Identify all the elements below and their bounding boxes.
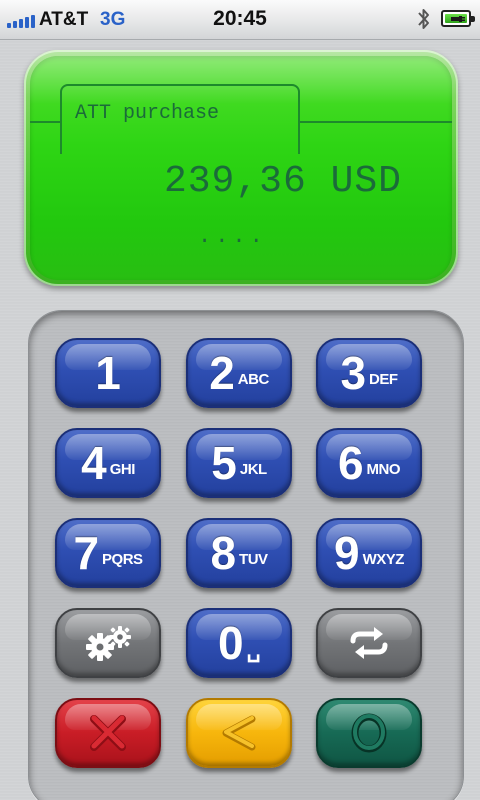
key-6[interactable]: 6 MNO <box>316 428 422 498</box>
key-letters: DEF <box>369 370 398 388</box>
key-letters: ␣ <box>246 637 261 662</box>
key-letters: GHI <box>109 460 136 478</box>
key-letters: MNO <box>366 460 401 478</box>
key-4[interactable]: 4 GHI <box>55 428 161 498</box>
key-digit: 3 <box>340 347 367 399</box>
key-digit: 5 <box>211 437 237 489</box>
settings-button[interactable] <box>55 608 161 678</box>
key-digit: 7 <box>73 527 100 579</box>
x-icon <box>85 710 131 756</box>
switch-button[interactable] <box>316 608 422 678</box>
key-letters: JKL <box>239 460 267 478</box>
transaction-amount: 239,36 USD <box>163 160 402 203</box>
key-digit: 4 <box>81 437 107 489</box>
key-7[interactable]: 7 PQRS <box>55 518 161 588</box>
key-1[interactable]: 1 <box>55 338 161 408</box>
status-bar: AT&T 3G 20:45 <box>0 0 480 40</box>
key-letters: PQRS <box>102 550 143 568</box>
payment-display: ATT purchase 239,36 USD .... <box>30 56 452 280</box>
key-8[interactable]: 8 TUV <box>186 518 292 588</box>
key-letters: TUV <box>239 550 268 568</box>
transaction-title: ATT purchase <box>75 102 220 125</box>
gears-icon <box>80 623 136 663</box>
key-digit: 0 <box>217 617 244 669</box>
key-digit: 1 <box>95 347 121 399</box>
swap-arrows-icon <box>347 624 391 662</box>
key-5[interactable]: 5 JKL <box>186 428 292 498</box>
status-time: 20:45 <box>213 7 267 30</box>
key-letters: WXYZ <box>362 550 405 568</box>
circle-icon <box>346 710 392 756</box>
less-than-icon <box>216 710 262 756</box>
battery-charging-icon <box>441 10 475 27</box>
key-letters: ABC <box>237 370 270 388</box>
key-digit: 6 <box>337 437 364 489</box>
key-9[interactable]: 9 WXYZ <box>316 518 422 588</box>
key-3[interactable]: 3 DEF <box>316 338 422 408</box>
key-digit: 9 <box>334 527 360 579</box>
pin-entry-mask: .... <box>198 224 267 249</box>
ok-button[interactable] <box>316 698 422 768</box>
cancel-button[interactable] <box>55 698 161 768</box>
key-0[interactable]: 0 ␣ <box>186 608 292 678</box>
key-2[interactable]: 2 ABC <box>186 338 292 408</box>
back-button[interactable] <box>186 698 292 768</box>
key-digit: 8 <box>210 527 237 579</box>
key-digit: 2 <box>209 347 235 399</box>
bluetooth-icon <box>418 9 429 29</box>
